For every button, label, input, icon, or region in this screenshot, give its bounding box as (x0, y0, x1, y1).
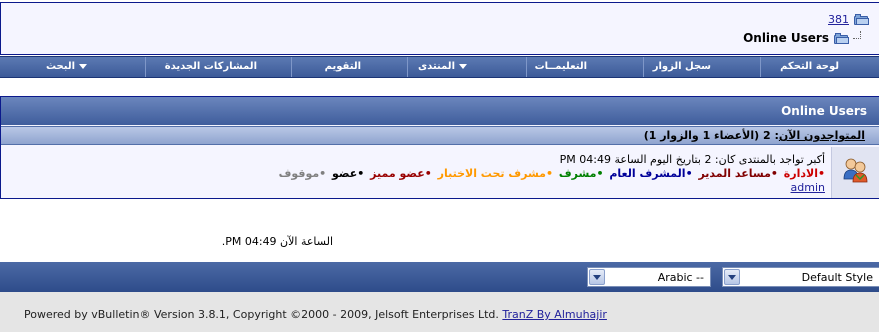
chevron-down-icon[interactable] (724, 269, 740, 285)
menu-divider (145, 57, 146, 77)
online-users-subheader: المتواجدون الآن: 2 (الأعضاء 1 والزوار 1) (1, 126, 879, 145)
menu-item-calendar[interactable]: التقويم (325, 61, 361, 72)
menu-item-search[interactable]: البحث (46, 61, 87, 72)
style-select[interactable]: Default Style (722, 267, 879, 287)
language-select[interactable]: Arabic -- (587, 267, 711, 287)
menu-divider (526, 57, 527, 77)
legend-admin: •الادارة (783, 167, 825, 180)
folder-icon (853, 13, 869, 26)
menu-divider (407, 57, 408, 77)
current-time: الساعة الآن 04:49 PM. (221, 235, 333, 248)
users-icon (843, 158, 868, 183)
folder-open-icon (833, 32, 849, 45)
online-user-list: admin (791, 181, 825, 194)
legend-banned: •موقوف (278, 167, 327, 180)
menu-divider (291, 57, 292, 77)
online-counts: : 2 (الأعضاء 1 والزوار 1) (643, 129, 779, 142)
footer-bar: Default Style Arabic -- (0, 262, 879, 292)
copyright-text: Powered by vBulletin® Version 3.8.1, Cop… (24, 308, 607, 321)
online-users-header: Online Users (1, 97, 879, 125)
legend-moderator: •مشرف (558, 167, 604, 180)
page-title: Online Users (743, 31, 829, 45)
breadcrumb-box: 381 Online Users (0, 2, 879, 55)
legend-general-mod: •المشرف العام (609, 167, 693, 180)
record-online-text: أكبر تواجد بالمنتدى كان: 2 بتاريخ اليوم … (559, 153, 825, 166)
online-users-body: أكبر تواجد بالمنتدى كان: 2 بتاريخ اليوم … (1, 147, 831, 198)
menu-item-forum[interactable]: المنتدى (418, 61, 467, 72)
menu-item-guestbook[interactable]: سجل الزوار (653, 61, 711, 72)
online-now-link[interactable]: المتواجدون الآن (779, 129, 865, 142)
page-title-row: Online Users (743, 31, 861, 45)
menu-item-usercp[interactable]: لوحة التحكم (780, 61, 839, 72)
chevron-down-icon (79, 64, 87, 69)
usergroup-legend: •الادارة •مساعد المدير •المشرف العام •مش… (277, 167, 825, 180)
breadcrumb-link[interactable]: 381 (828, 13, 849, 26)
online-users-panel: Online Users المتواجدون الآن: 2 (الأعضاء… (0, 96, 879, 199)
menu-bar: لوحة التحكم سجل الزوار التعليمــات المنت… (0, 56, 879, 78)
menu-divider (760, 57, 761, 77)
tree-connector-icon (853, 31, 861, 39)
chevron-down-icon (459, 64, 467, 69)
legend-trial-mod: •مشرف تحت الاختبار (437, 167, 553, 180)
menu-divider (643, 57, 644, 77)
menu-item-new-posts[interactable]: المشاركات الجديدة (165, 61, 257, 72)
online-users-icon-cell (831, 147, 879, 198)
legend-vip: •عضو مميز (370, 167, 432, 180)
user-link-admin[interactable]: admin (791, 181, 825, 194)
tranz-link[interactable]: TranZ By Almuhajir (502, 308, 607, 321)
chevron-down-icon[interactable] (589, 269, 605, 285)
menu-item-faq[interactable]: التعليمــات (535, 61, 587, 72)
legend-assistant: •مساعد المدير (698, 167, 778, 180)
legend-member: •عضو (332, 167, 365, 180)
copyright-area: Powered by vBulletin® Version 3.8.1, Cop… (0, 292, 879, 332)
breadcrumb: 381 (828, 13, 869, 26)
